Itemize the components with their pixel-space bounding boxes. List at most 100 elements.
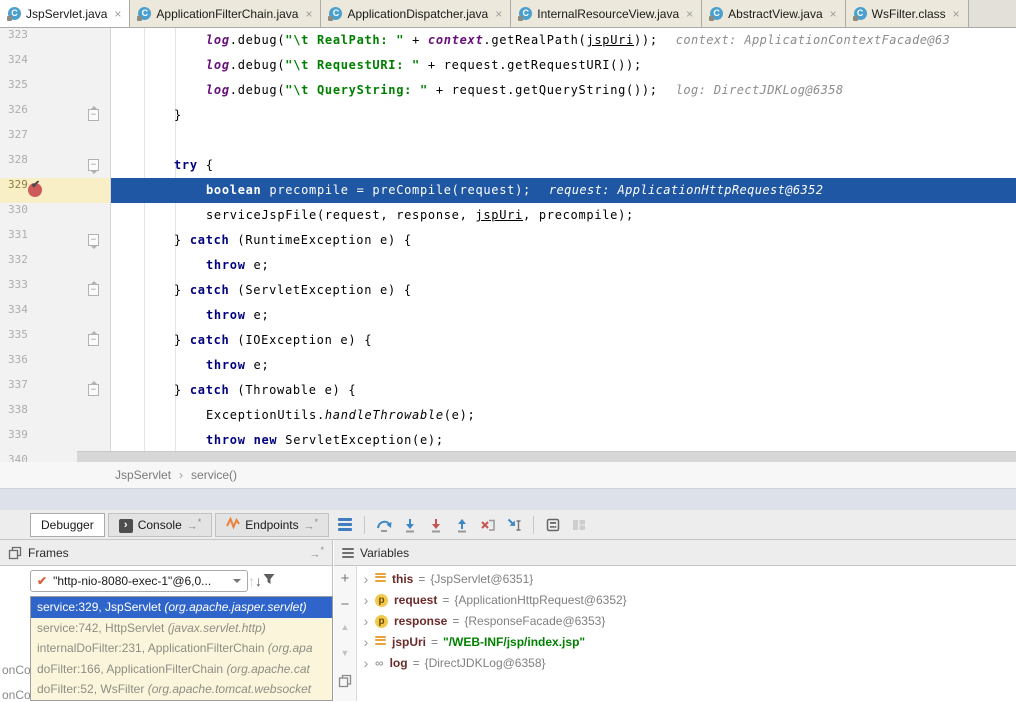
code-text-area: throw e; [111, 353, 1016, 378]
filter-frames-button[interactable] [262, 573, 276, 589]
close-tab-icon[interactable]: × [953, 8, 960, 20]
expand-chevron-icon[interactable]: › [357, 593, 375, 607]
variables-tree: ›this={JspServlet@6351}›prequest={Applic… [357, 568, 1016, 673]
move-up-button[interactable]: ▲ [334, 622, 356, 632]
close-tab-icon[interactable]: × [305, 8, 312, 20]
nav-forward-icon[interactable]: →* [309, 545, 324, 561]
nav-forward-icon[interactable]: →* [304, 517, 319, 533]
frame-package: (org.apache.tomcat.websocket [148, 682, 311, 696]
chevron-down-icon [233, 579, 241, 583]
code-token: boolean [206, 183, 261, 197]
line-number: 325 [8, 78, 28, 91]
stack-frame-row[interactable]: service:742, HttpServlet (javax.servlet.… [31, 618, 332, 639]
expand-chevron-icon[interactable]: › [357, 656, 375, 670]
debug-tab-debugger[interactable]: Debugger [30, 513, 105, 537]
variable-row[interactable]: ›∞log={DirectJDKLog@6358} [357, 652, 1016, 673]
editor-tab[interactable]: CApplicationFilterChain.java× [130, 0, 321, 27]
close-tab-icon[interactable]: × [495, 8, 502, 20]
close-tab-icon[interactable]: × [114, 8, 121, 20]
expand-chevron-icon[interactable]: › [357, 572, 375, 586]
remove-watch-button[interactable]: − [334, 596, 356, 613]
fold-marker-icon[interactable]: − [88, 159, 99, 171]
variable-name: response [394, 614, 447, 628]
variable-row[interactable]: ›jspUri="/WEB-INF/jsp/index.jsp" [357, 631, 1016, 652]
next-frame-button[interactable]: ↓ [255, 573, 262, 589]
code-token: } [174, 383, 190, 397]
fold-marker-icon[interactable]: − [88, 109, 99, 121]
drop-frame-button[interactable] [477, 514, 499, 536]
editor-tab-label: WsFilter.class [872, 7, 946, 21]
code-token: log [206, 83, 230, 97]
debug-panels: Frames →* ✔ "http-nio-8080-exec-1"@6,0..… [0, 540, 1016, 701]
force-step-into-button[interactable] [425, 514, 447, 536]
step-over-button[interactable] [373, 514, 395, 536]
code-token: throw [206, 258, 246, 272]
code-text: serviceJspFile(request, response, jspUri… [111, 203, 1016, 228]
restore-layout-button[interactable] [568, 514, 590, 536]
thread-dropdown[interactable]: ✔ "http-nio-8080-exec-1"@6,0... [30, 570, 248, 592]
fold-marker-icon[interactable]: − [88, 384, 99, 396]
fold-marker-icon[interactable]: − [88, 284, 99, 296]
close-tab-icon[interactable]: × [830, 8, 837, 20]
horizontal-scrollbar[interactable] [77, 451, 1016, 462]
duplicate-watch-button[interactable] [334, 674, 356, 693]
stack-frame-row[interactable]: internalDoFilter:231, ApplicationFilterC… [31, 638, 332, 659]
line-number: 328 [8, 153, 28, 166]
code-token: "\t RequestURI: " [285, 58, 420, 72]
debug-tab-console[interactable]: ›Console→* [108, 513, 213, 537]
code-line: 323log.debug("\t RealPath: " + context.g… [0, 28, 1016, 53]
code-token: catch [190, 333, 230, 347]
variable-row[interactable]: ›presponse={ResponseFacade@6353} [357, 610, 1016, 631]
code-token: .debug( [230, 58, 285, 72]
editor-tab[interactable]: CWsFilter.class× [846, 0, 969, 27]
equals-sign: = [431, 635, 438, 649]
line-number: 333 [8, 278, 28, 291]
move-down-button[interactable]: ▼ [334, 648, 356, 658]
step-out-button[interactable] [451, 514, 473, 536]
code-token: new [254, 433, 278, 447]
line-number: 327 [8, 128, 28, 141]
editor-tab[interactable]: CApplicationDispatcher.java× [321, 0, 511, 27]
stack-frame-row[interactable]: service:329, JspServlet (org.apache.jasp… [31, 597, 332, 618]
line-number: 332 [8, 253, 28, 266]
inline-debugger-hint: log: DirectJDKLog@6358 [676, 83, 844, 97]
code-line: 338ExceptionUtils.handleThrowable(e); [0, 403, 1016, 428]
fold-marker-icon[interactable]: − [88, 234, 99, 246]
code-text: throw new ServletException(e); [111, 428, 1016, 453]
variable-row[interactable]: ›prequest={ApplicationHttpRequest@6352} [357, 589, 1016, 610]
add-watch-button[interactable]: + [334, 570, 356, 587]
menu-button[interactable] [334, 514, 356, 536]
code-text: } [111, 103, 1016, 128]
stack-frame-row[interactable]: doFilter:166, ApplicationFilterChain (or… [31, 659, 332, 680]
step-into-button[interactable] [399, 514, 421, 536]
stack-frame-row[interactable]: doFilter:52, WsFilter (org.apache.tomcat… [31, 679, 332, 700]
code-token: "\t QueryString: " [285, 83, 428, 97]
breadcrumb-class[interactable]: JspServlet [115, 468, 171, 482]
previous-frame-button[interactable]: ↑ [248, 573, 255, 589]
line-number: 331 [8, 228, 28, 241]
variable-row[interactable]: ›this={JspServlet@6351} [357, 568, 1016, 589]
editor-tab[interactable]: CInternalResourceView.java× [511, 0, 702, 27]
evaluate-expression-button[interactable] [542, 514, 564, 536]
debug-tab-endpoints[interactable]: Endpoints→* [215, 513, 329, 537]
frames-icon [8, 546, 22, 560]
variable-value: "/WEB-INF/jsp/index.jsp" [443, 635, 585, 649]
code-token: (RuntimeException e) { [229, 233, 411, 247]
fold-marker-icon[interactable]: − [88, 334, 99, 346]
code-text: } catch (IOException e) { [111, 328, 1016, 353]
breadcrumb-method[interactable]: service() [191, 468, 237, 482]
code-token: .getRealPath( [483, 33, 586, 47]
field-bars-icon [375, 634, 392, 649]
expand-chevron-icon[interactable]: › [357, 614, 375, 628]
code-token: try [174, 158, 198, 172]
editor-tab[interactable]: CAbstractView.java× [702, 0, 846, 27]
run-to-cursor-button[interactable] [503, 514, 525, 536]
editor-tab-bar: CJspServlet.java×CApplicationFilterChain… [0, 0, 1016, 28]
code-token: log [206, 58, 230, 72]
breakpoint-icon[interactable]: ✔ [28, 183, 42, 197]
nav-forward-icon[interactable]: →* [187, 517, 202, 533]
expand-chevron-icon[interactable]: › [357, 635, 375, 649]
editor-tab[interactable]: CJspServlet.java× [0, 0, 130, 27]
close-tab-icon[interactable]: × [686, 8, 693, 20]
code-token: + request.getQueryString()); [428, 83, 658, 97]
